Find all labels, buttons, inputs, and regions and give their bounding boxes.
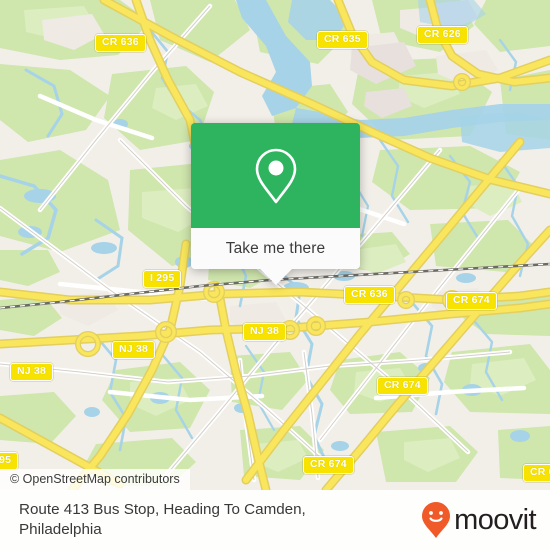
road-shield: CR 636: [95, 34, 146, 52]
map-canvas[interactable]: CR 636 CR 635 CR 626 I 295 CR 636 CR 674 NJ 38…: [0, 0, 550, 490]
callout-pointer: [259, 269, 292, 285]
road-shield: CR 6: [523, 464, 550, 482]
callout-action-panel[interactable]: Take me there: [191, 228, 360, 269]
road-shield: NJ 38: [10, 363, 54, 381]
callout-icon-panel: [191, 123, 360, 228]
road-shield: I 295: [143, 270, 182, 288]
road-shield: NJ 38: [243, 323, 287, 341]
road-shield: CR 635: [317, 31, 368, 49]
place-title: Route 413 Bus Stop, Heading To Camden, P…: [19, 501, 306, 538]
road-shield: CR 674: [303, 456, 354, 474]
map-pin-icon: [255, 148, 296, 203]
road-shield: CR 626: [417, 26, 468, 44]
road-shield: CR 674: [377, 377, 428, 395]
road-shield: NJ 38: [112, 341, 156, 359]
osm-attribution[interactable]: © OpenStreetMap contributors: [0, 469, 190, 490]
moovit-pin-smile-icon: [422, 502, 451, 538]
road-shield: 295: [0, 452, 19, 470]
moovit-brand[interactable]: moovit: [421, 501, 537, 539]
road-shield: CR 674: [446, 292, 497, 310]
moovit-wordmark: moovit: [454, 503, 536, 536]
road-shield: CR 636: [344, 286, 395, 304]
footer-bar: Route 413 Bus Stop, Heading To Camden, P…: [0, 490, 550, 550]
take-me-there-label: Take me there: [225, 239, 326, 257]
location-callout-card[interactable]: Take me there: [191, 123, 360, 285]
